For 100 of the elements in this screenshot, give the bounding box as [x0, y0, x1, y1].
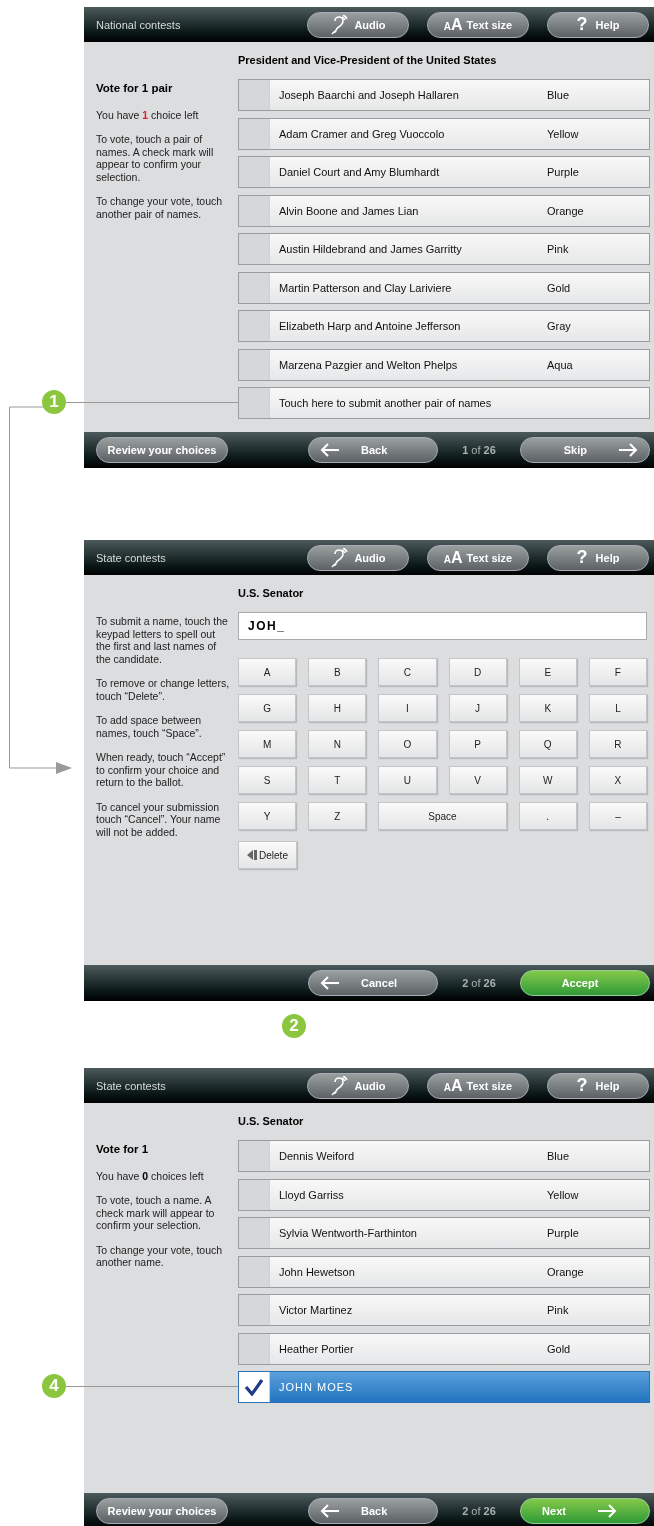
help-button[interactable]: ? Help — [547, 11, 649, 38]
instruction-text: To vote, touch a name. A check mark will appear to confirm your selection. — [96, 1194, 216, 1232]
keypad-key[interactable]: L — [588, 694, 647, 722]
candidate-option[interactable]: Sylvia Wentworth-Farthinton Purple — [238, 1217, 650, 1249]
write-in-option[interactable]: Touch here to submit another pair of names — [238, 387, 650, 419]
keypad-key[interactable]: R — [588, 730, 647, 758]
keypad-key[interactable]: S — [238, 766, 297, 794]
section-title: State contests — [96, 551, 167, 564]
candidate-option[interactable]: Marzena Pazgier and Welton Phelps Aqua — [238, 348, 650, 381]
candidate-option[interactable]: Martin Patterson and Clay Lariviere Gold — [238, 271, 650, 304]
help-button[interactable]: ? Help — [547, 1072, 649, 1099]
keypad-key[interactable]: D — [448, 658, 507, 686]
keypad-key[interactable]: G — [238, 694, 297, 722]
keypad-key[interactable]: Y — [238, 802, 297, 830]
check-icon — [244, 1378, 264, 1396]
keypad-key[interactable]: N — [308, 730, 367, 758]
keypad-key[interactable]: O — [378, 730, 437, 758]
back-button[interactable]: Back — [308, 437, 438, 463]
keypad-key[interactable]: K — [518, 694, 577, 722]
keypad-key[interactable]: Space — [378, 802, 507, 830]
party-label: Pink — [547, 1304, 570, 1316]
ear-icon — [330, 1075, 349, 1096]
keypad-key[interactable]: V — [448, 766, 507, 794]
ear-icon — [330, 547, 349, 568]
candidate-option[interactable]: Joseph Baarchi and Joseph Hallaren Blue — [238, 79, 650, 111]
keypad-key[interactable]: U — [378, 766, 437, 794]
party-label: Blue — [547, 89, 571, 101]
candidate-option[interactable]: Elizabeth Harp and Antoine Jefferson Gray — [238, 310, 650, 342]
contest-title: President and Vice-President of the United States — [238, 54, 498, 68]
keypad-key[interactable]: J — [448, 694, 507, 722]
candidate-option[interactable]: Dennis Weiford Blue — [238, 1140, 650, 1172]
keypad-key[interactable]: . — [518, 802, 577, 830]
keypad-key[interactable]: H — [308, 694, 367, 722]
help-button[interactable]: ? Help — [547, 544, 649, 571]
candidate-option[interactable]: Victor Martinez Pink — [238, 1294, 650, 1326]
instruction-text: To add space between names, touch “Space”. — [96, 714, 203, 739]
instruction-text: To change your vote, touch another name. — [96, 1243, 224, 1269]
audio-button[interactable]: Audio — [307, 11, 409, 38]
candidate-option[interactable]: Alvin Boone and James Lian Orange — [238, 194, 650, 227]
candidate-option[interactable]: Adam Cramer and Greg Vuoccolo Yellow — [238, 117, 650, 150]
candidate-option[interactable]: Heather Portier Gold — [238, 1332, 650, 1365]
keypad-key[interactable]: E — [518, 658, 577, 686]
text-size-button[interactable]: AA Text size — [427, 544, 529, 571]
keypad-key[interactable]: Z — [308, 802, 367, 830]
back-button[interactable]: Back — [308, 1498, 438, 1524]
candidate-option[interactable]: Lloyd Garriss Yellow — [238, 1178, 650, 1211]
candidate-option[interactable]: Daniel Court and Amy Blumhardt Purple — [238, 156, 650, 188]
keypad-key[interactable]: Q — [518, 730, 577, 758]
candidate-option[interactable]: Austin Hildebrand and James Garritty Pink — [238, 233, 650, 265]
keypad-key[interactable]: F — [588, 658, 647, 686]
keypad-key[interactable]: T — [308, 766, 367, 794]
instruction-text: To remove or change letters, touch “Delete”. — [96, 677, 231, 702]
callout-number: 2 — [282, 1014, 306, 1038]
section-title: State contests — [96, 1079, 167, 1092]
candidate-option[interactable]: John Hewetson Orange — [238, 1255, 650, 1288]
review-choices-button[interactable]: Review your choices — [96, 1498, 228, 1524]
party-label: Yellow — [547, 127, 580, 140]
party-label: Blue — [547, 1150, 571, 1162]
party-label: Orange — [547, 1265, 585, 1278]
instruction-text: To submit a name, touch the keypad letters to spell out the first and last names of the candidate. — [96, 615, 229, 665]
name-input-field[interactable]: JOH_ — [238, 612, 647, 640]
candidate-name: Sylvia Wentworth-Farthinton — [278, 1227, 418, 1239]
left-arrow-icon — [319, 976, 341, 990]
write-in-option[interactable]: JOHN MOES — [238, 1371, 650, 1403]
backspace-icon — [247, 850, 258, 860]
instruction-text: You have 0 choices left — [96, 1169, 205, 1182]
party-label: Purple — [547, 166, 580, 178]
candidate-name: Heather Portier — [278, 1342, 355, 1355]
instruction-text: When ready, touch “Accept” to confirm your choice and return to the ballot. — [96, 751, 227, 789]
section-title: National contests — [96, 18, 182, 31]
keypad-key[interactable]: W — [518, 766, 577, 794]
keypad-key[interactable]: M — [238, 730, 297, 758]
page-counter: 2 of 26 — [461, 1505, 497, 1517]
audio-button[interactable]: Audio — [307, 544, 409, 571]
right-arrow-icon — [617, 443, 639, 457]
back-button[interactable]: Cancel — [308, 970, 438, 996]
text-size-button[interactable]: AA Text size — [427, 11, 529, 38]
keypad-key[interactable]: P — [448, 730, 507, 758]
party-label: Aqua — [547, 358, 574, 371]
candidate-name: Martin Patterson and Clay Lariviere — [278, 281, 453, 294]
keypad-key[interactable]: – — [588, 802, 647, 830]
keypad-key[interactable]: X — [588, 766, 647, 794]
text-size-button[interactable]: AA Text size — [427, 1072, 529, 1099]
candidate-name: Dennis Weiford — [278, 1150, 355, 1162]
keypad-key[interactable]: B — [308, 658, 367, 686]
callout-number: 4 — [42, 1374, 66, 1398]
callout-number: 1 — [42, 390, 66, 414]
left-arrow-icon — [319, 1504, 341, 1518]
keypad-key[interactable]: A — [238, 658, 297, 686]
delete-button[interactable]: Delete — [238, 841, 297, 869]
candidate-name: Victor Martinez — [278, 1304, 354, 1316]
keypad-key[interactable]: I — [378, 694, 437, 722]
ear-icon — [330, 14, 349, 35]
party-label: Yellow — [547, 1188, 580, 1201]
audio-button[interactable]: Audio — [307, 1072, 409, 1099]
next-button[interactable]: Skip — [520, 437, 650, 463]
party-label: Pink — [547, 243, 570, 255]
keypad-key[interactable]: C — [378, 658, 437, 686]
candidate-name: Alvin Boone and James Lian — [278, 204, 420, 217]
review-choices-button[interactable]: Review your choices — [96, 437, 228, 463]
